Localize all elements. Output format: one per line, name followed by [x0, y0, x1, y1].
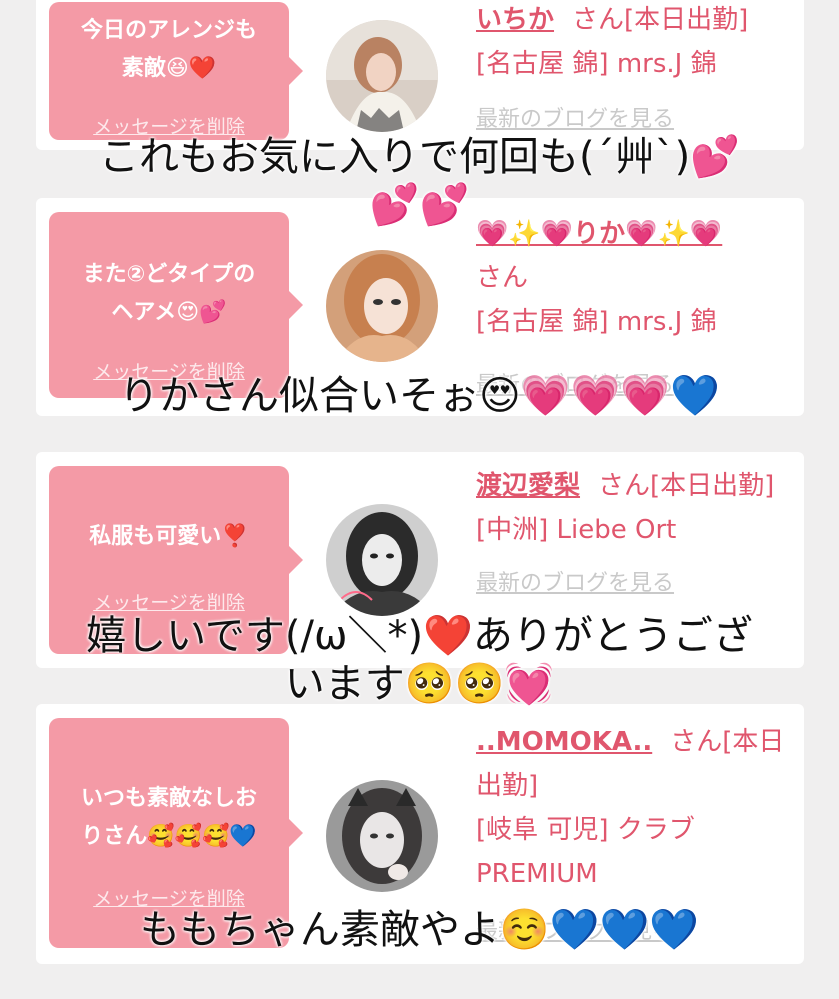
message-text: 私服も可愛い❣️	[89, 524, 249, 549]
message-text: いつも素敵なしお りさん🥰🥰🥰💙	[80, 786, 257, 849]
avatar[interactable]	[326, 780, 438, 892]
shop-name: [名古屋 錦] mrs.J 錦	[476, 49, 717, 79]
delete-message-link[interactable]: メッセージを削除	[49, 588, 289, 615]
shop-name: [名古屋 錦] mrs.J 錦	[476, 307, 717, 337]
cast-status: さん[本日出勤]	[598, 471, 775, 501]
message-text: 今日のアレンジも 素敵😆❤️	[80, 18, 257, 81]
cast-info: 渡辺愛梨 さん[本日出勤] [中洲] Liebe Ort 最新のブログを見る	[476, 464, 791, 606]
cast-name-link[interactable]: 渡辺愛梨	[476, 471, 580, 501]
avatar[interactable]	[326, 504, 438, 616]
shop-name: [中洲] Liebe Ort	[476, 515, 677, 545]
message-bubble: 今日のアレンジも 素敵😆❤️ メッセージを削除	[49, 2, 303, 140]
overlay-comment: これもお気に入りで何回も(´艸`)💕 💕💕	[98, 134, 740, 228]
shop-name: [岐阜 可児] クラブ PREMIUM	[476, 815, 695, 889]
cast-status: さん	[476, 263, 529, 293]
avatar[interactable]	[326, 20, 438, 132]
overlay-comment: ももちゃん素敵やよ☺️💙💙💙	[139, 907, 700, 953]
cast-info: いちか さん[本日出勤] [名古屋 錦] mrs.J 錦 最新のブログを見る	[476, 0, 791, 142]
message-text: また②どタイプの ヘアメ😍💕	[82, 262, 256, 325]
overlay-comment: 嬉しいです(/ω＼*)❤️ありがとうござ います🥺🥺💓	[86, 613, 753, 707]
message-bubble: また②どタイプの ヘアメ😍💕 メッセージを削除	[49, 212, 303, 398]
latest-blog-link[interactable]: 最新のブログを見る	[476, 107, 674, 132]
avatar[interactable]	[326, 250, 438, 362]
latest-blog-link[interactable]: 最新のブログを見る	[476, 571, 674, 596]
favorite-card: 今日のアレンジも 素敵😆❤️ メッセージを削除 いちか さん[本日出勤] [名古屋…	[36, 0, 804, 150]
cast-status: さん[本日出勤]	[572, 5, 749, 35]
cast-name-link[interactable]: ..MOMOKA..	[476, 727, 652, 757]
cast-name-link[interactable]: いちか	[476, 5, 554, 35]
overlay-comment: りかさん似合いそぉ😍💗💗💗💙	[119, 373, 720, 419]
